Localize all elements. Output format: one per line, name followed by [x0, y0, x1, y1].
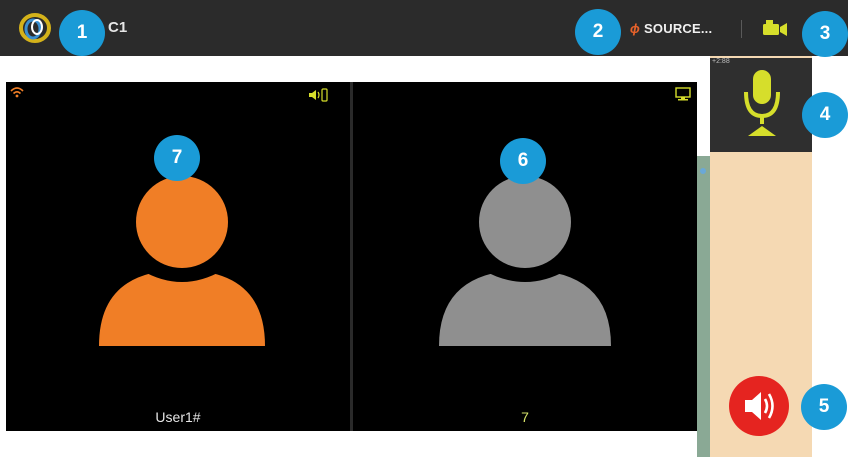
- callout-badge-3: 3: [802, 11, 848, 57]
- speaker-device-icon: [309, 88, 328, 102]
- scroll-thumb[interactable]: [700, 168, 706, 174]
- source-label: SOURCE...: [644, 21, 713, 36]
- channel-title: C1: [108, 19, 128, 36]
- speaker-button[interactable]: [729, 376, 789, 436]
- callout-badge-7: 7: [154, 135, 200, 181]
- user-avatar-icon: [439, 176, 611, 346]
- tile-label: User1#: [155, 409, 201, 425]
- video-tile-7[interactable]: 7: [353, 82, 697, 431]
- user-avatar-icon: [99, 176, 265, 346]
- app-logo-icon[interactable]: [18, 12, 52, 44]
- callout-badge-4: 4: [802, 92, 848, 138]
- source-button[interactable]: ɸ SOURCE...: [630, 21, 712, 36]
- callout-badge-5: 5: [801, 384, 847, 430]
- microphone-icon: [744, 70, 780, 136]
- source-icon: ɸ: [630, 21, 641, 36]
- mic-timer: +2:88: [712, 58, 730, 65]
- divider: [741, 20, 742, 38]
- wifi-icon: [10, 87, 24, 98]
- scrollbar[interactable]: [697, 156, 710, 457]
- callout-badge-1: 1: [59, 10, 105, 56]
- speaker-icon: [745, 392, 774, 420]
- top-bar: C1 ɸ SOURCE...: [0, 0, 848, 56]
- camera-icon[interactable]: [762, 18, 788, 38]
- callout-badge-2: 2: [575, 9, 621, 55]
- tile-label: 7: [521, 409, 529, 425]
- monitor-icon: [675, 87, 691, 101]
- callout-badge-6: 6: [500, 138, 546, 184]
